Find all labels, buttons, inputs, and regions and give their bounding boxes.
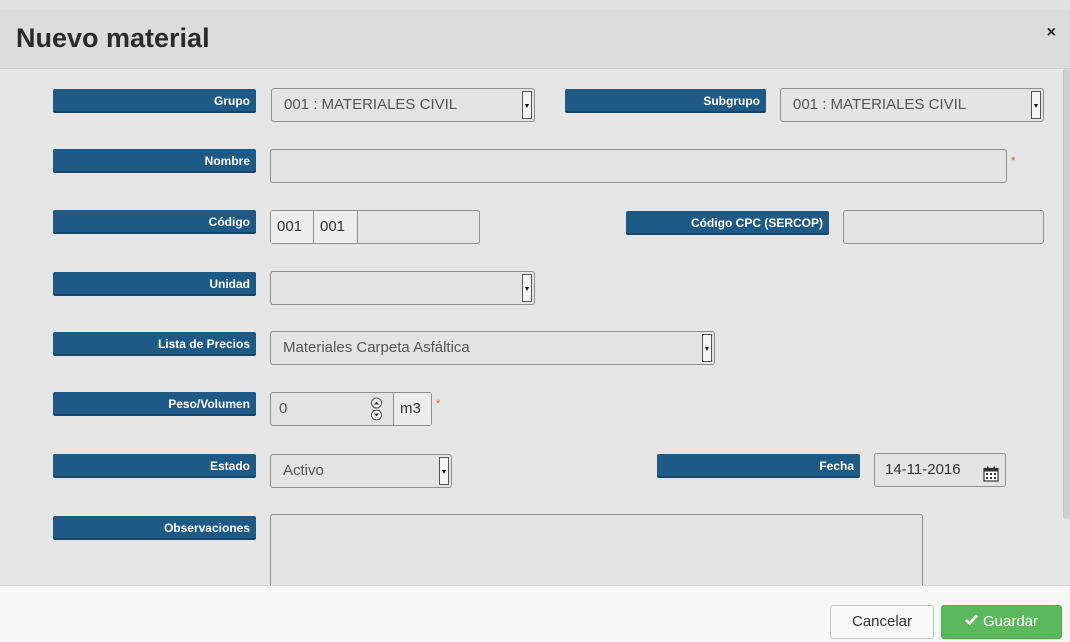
peso-volumen-unit: m3: [393, 393, 431, 425]
chevron-down-icon: [522, 274, 532, 302]
dialog-body: Grupo 001 : MATERIALES CIVIL Subgrupo 00…: [0, 69, 1070, 604]
number-spinner[interactable]: [370, 397, 383, 421]
nombre-label: Nombre: [53, 149, 256, 173]
required-asterisk: *: [1011, 155, 1016, 167]
estado-label: Estado: [53, 454, 256, 478]
dialog-header: Nuevo material ×: [0, 10, 1070, 69]
calendar-icon[interactable]: [983, 462, 999, 482]
check-icon: [965, 605, 978, 637]
lista-precios-select[interactable]: Materiales Carpeta Asfáltica: [270, 331, 715, 365]
subgrupo-label: Subgrupo: [565, 89, 766, 113]
grupo-select[interactable]: 001 : MATERIALES CIVIL: [271, 88, 535, 122]
lista-precios-label: Lista de Precios: [53, 332, 256, 356]
fecha-input[interactable]: 14-11-2016: [874, 453, 1006, 487]
required-asterisk: *: [436, 398, 441, 410]
codigo-input-group: 001 001: [270, 210, 480, 244]
subgrupo-value: 001 : MATERIALES CIVIL: [793, 96, 967, 113]
grupo-value: 001 : MATERIALES CIVIL: [284, 96, 458, 113]
subgrupo-select[interactable]: 001 : MATERIALES CIVIL: [780, 88, 1044, 122]
codigo-prefix-1: 001: [271, 211, 314, 243]
chevron-down-icon: [439, 457, 449, 485]
chevron-down-icon: [522, 91, 532, 119]
codigo-input[interactable]: [358, 211, 479, 243]
fecha-label: Fecha: [657, 454, 860, 478]
save-button[interactable]: Guardar: [941, 605, 1062, 639]
codigo-cpc-label: Código CPC (SERCOP): [626, 211, 829, 235]
codigo-cpc-input[interactable]: [843, 210, 1044, 244]
dialog-title: Nuevo material: [16, 23, 210, 53]
estado-value: Activo: [283, 462, 324, 479]
cancel-button[interactable]: Cancelar: [830, 605, 934, 639]
unidad-label: Unidad: [53, 272, 256, 296]
grupo-label: Grupo: [53, 89, 256, 113]
close-icon[interactable]: ×: [1047, 24, 1056, 42]
chevron-down-icon: [702, 334, 712, 362]
nombre-input[interactable]: [270, 149, 1007, 183]
scrollbar[interactable]: [1063, 69, 1070, 519]
spinner-arrows-icon: [371, 397, 382, 421]
unidad-select[interactable]: [270, 271, 535, 305]
new-material-dialog: Nuevo material × Grupo 001 : MATERIALES …: [0, 0, 1070, 642]
dialog-footer: Cancelar Guardar: [0, 585, 1070, 642]
observaciones-label: Observaciones: [53, 516, 256, 540]
estado-select[interactable]: Activo: [270, 454, 452, 488]
peso-volumen-label: Peso/Volumen: [53, 392, 256, 416]
peso-volumen-group: 0 m3: [270, 392, 432, 426]
codigo-label: Código: [53, 210, 256, 234]
chevron-down-icon: [1031, 91, 1041, 119]
fecha-value: 14-11-2016: [885, 461, 961, 478]
save-button-label: Guardar: [982, 613, 1039, 630]
lista-precios-value: Materiales Carpeta Asfáltica: [283, 339, 470, 356]
codigo-prefix-2: 001: [314, 211, 358, 243]
